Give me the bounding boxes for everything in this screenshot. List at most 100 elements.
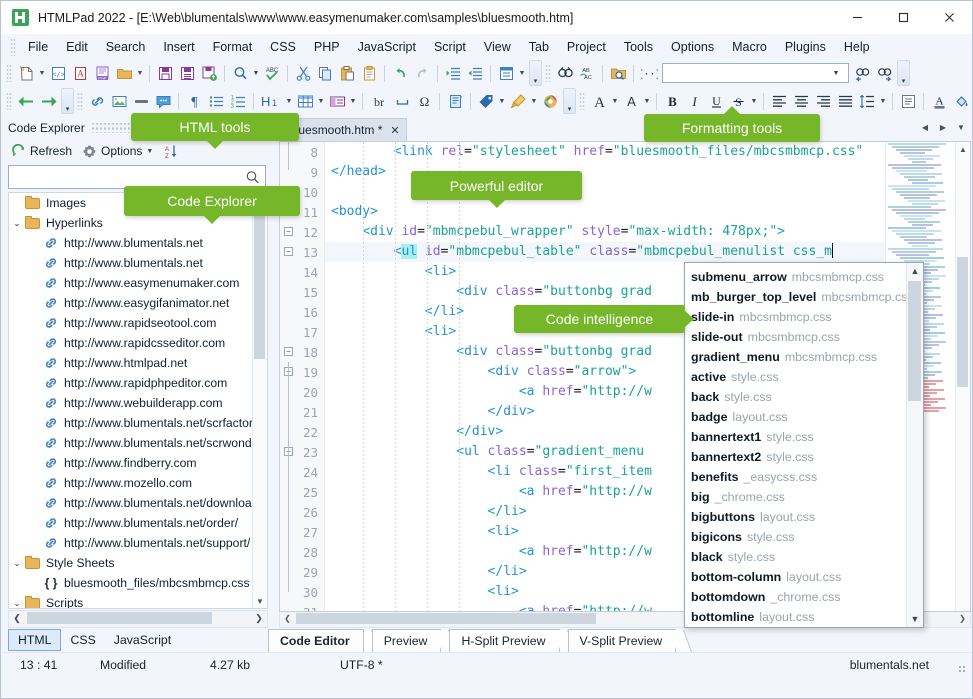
tab-next-icon[interactable]: ▶ [935,119,951,135]
spellcheck-icon[interactable]: ABC [261,62,283,84]
strike-dropdown-icon[interactable]: ▼ [749,90,759,112]
scroll-up-icon[interactable]: ▲ [956,142,970,156]
block-icon[interactable] [897,90,919,112]
autocomplete-item[interactable]: mb_burger_top_level mbcsmbmcp.css [691,287,906,307]
menu-javascript[interactable]: JavaScript [349,37,425,57]
cut-icon[interactable] [292,62,314,84]
tag-icon[interactable] [475,90,497,112]
tree-item[interactable]: http://www.blumentals.net/scrwonder/ [9,433,253,453]
refresh-button[interactable]: Refresh [7,142,76,161]
toolbar-find-input[interactable] [663,64,828,82]
autocomplete-scrollbar[interactable]: ▲ ▼ [906,263,923,627]
form-icon[interactable] [326,90,348,112]
menu-php[interactable]: PHP [305,37,349,57]
chevron-down-icon[interactable]: ⌄ [9,598,25,609]
new-file-icon[interactable] [15,62,37,84]
find-history-dropdown-icon[interactable]: ▼ [828,70,844,77]
bullet-list-icon[interactable] [205,90,227,112]
menu-plugins[interactable]: Plugins [776,37,835,57]
new-html-icon[interactable]: </> [47,62,69,84]
autocomplete-item[interactable]: active style.css [691,367,906,387]
back-arrow-icon[interactable] [15,90,37,112]
code-line[interactable]: <div id="mbmcpebul_wrapper" style="max-w… [325,222,970,242]
language-tab-css[interactable]: CSS [61,630,104,650]
search-dropdown-icon[interactable]: ▼ [251,62,261,84]
find-icon[interactable] [554,62,576,84]
italic-icon[interactable]: I [683,90,705,112]
tab-list-icon[interactable]: ▼ [953,119,969,135]
line-spacing-dropdown-icon[interactable]: ▼ [878,90,888,112]
autocomplete-item[interactable]: submenu_arrow mbcsmbmcp.css [691,267,906,287]
menu-insert[interactable]: Insert [154,37,203,57]
autocomplete-item[interactable]: bottomdown _chrome.css [691,587,906,607]
menu-script[interactable]: Script [425,37,475,57]
menu-file[interactable]: File [19,37,57,57]
explorer-vertical-scrollbar[interactable]: ▲ ▼ [252,193,267,608]
paragraph-icon[interactable]: ¶ [183,90,205,112]
heading-dropdown-icon[interactable]: ▼ [284,90,294,112]
tree-item[interactable]: http://www.rapidcsseditor.com [9,333,253,353]
font-family-icon[interactable]: A [620,90,642,112]
chevron-down-icon[interactable]: ⌄ [9,218,25,229]
tab-prev-icon[interactable]: ◀ [917,119,933,135]
goto-icon[interactable]: {··} [638,62,660,84]
replace-icon[interactable]: AB AC [576,62,598,84]
view-tab-h-split-preview[interactable]: H-Split Preview [449,629,560,652]
language-tab-html[interactable]: HTML [8,629,62,651]
heading-icon[interactable]: H1 [258,90,284,112]
clipboard-icon[interactable] [358,62,380,84]
copy-icon[interactable] [314,62,336,84]
insert-hr-icon[interactable] [130,90,152,112]
bold-icon[interactable]: B [661,90,683,112]
scroll-up-icon[interactable]: ▲ [907,263,923,279]
indent-increase-icon[interactable] [442,62,464,84]
font-size-dropdown-icon[interactable]: ▼ [610,90,620,112]
code-line[interactable]: <body> [325,202,970,222]
close-button[interactable] [926,1,972,34]
menu-macro[interactable]: Macro [723,37,776,57]
view-tab-preview[interactable]: Preview [371,629,442,652]
form-dropdown-icon[interactable]: ▼ [348,90,358,112]
tree-item[interactable]: http://www.htmlpad.net [9,353,253,373]
toolbar-overflow-1[interactable]: ▾ [529,60,542,86]
editor-vertical-scrollbar[interactable]: ▲ [955,142,970,611]
menu-help[interactable]: Help [835,37,879,57]
tree-item[interactable]: http://www.mozello.com [9,473,253,493]
font-family-dropdown-icon[interactable]: ▼ [642,90,652,112]
menu-tools[interactable]: Tools [615,37,662,57]
open-dropdown-icon[interactable]: ▼ [135,62,145,84]
menu-format[interactable]: Format [204,37,262,57]
tree-item[interactable]: http://www.easymenumaker.com [9,273,253,293]
toolbar-overflow-3[interactable]: ▾ [61,88,74,114]
toolbar-grip-1[interactable] [6,64,12,82]
tree-item[interactable]: http://www.blumentals.net/order/ [9,513,253,533]
autocomplete-item[interactable]: black style.css [691,547,906,567]
color-wheel-icon[interactable] [539,90,561,112]
code-explorer-tree[interactable]: Images ⌄ Hyperlinks http://www.blumentals.n… [8,192,268,609]
menu-grip[interactable] [10,37,16,56]
tree-item[interactable]: http://www.findberry.com [9,453,253,473]
scroll-right-icon[interactable]: ❯ [251,611,267,625]
autocomplete-item[interactable]: bigbuttons layout.css [691,507,906,527]
paste-icon[interactable] [336,62,358,84]
menu-project[interactable]: Project [558,37,615,57]
scroll-right-icon[interactable]: ❯ [955,612,970,625]
redo-icon[interactable] [411,62,433,84]
menu-view[interactable]: View [475,37,520,57]
scroll-down-icon[interactable]: ▼ [253,594,267,608]
options-button[interactable]: Options ▼ [78,142,157,161]
tree-item[interactable]: ⌄ Scripts [9,593,253,608]
view-tab-code-editor[interactable]: Code Editor [268,629,364,652]
fold-toggle-icon[interactable]: − [284,227,293,236]
scroll-left-icon[interactable]: ❮ [280,612,295,625]
find-previous-icon[interactable] [851,62,873,84]
scroll-down-icon[interactable]: ▼ [907,611,923,627]
menu-tab[interactable]: Tab [520,37,558,57]
autocomplete-list[interactable]: submenu_arrow mbcsmbmcp.css mb_burger_top_… [685,263,906,627]
tree-item[interactable]: http://www.blumentals.net/support/ [9,533,253,553]
text-color-icon[interactable]: A [928,90,950,112]
chevron-down-icon[interactable]: ⌄ [9,558,25,569]
open-folder-icon[interactable] [113,62,135,84]
tree-item[interactable]: http://www.blumentals.net/scrfactory/ [9,413,253,433]
explorer-search-input[interactable] [9,167,244,187]
